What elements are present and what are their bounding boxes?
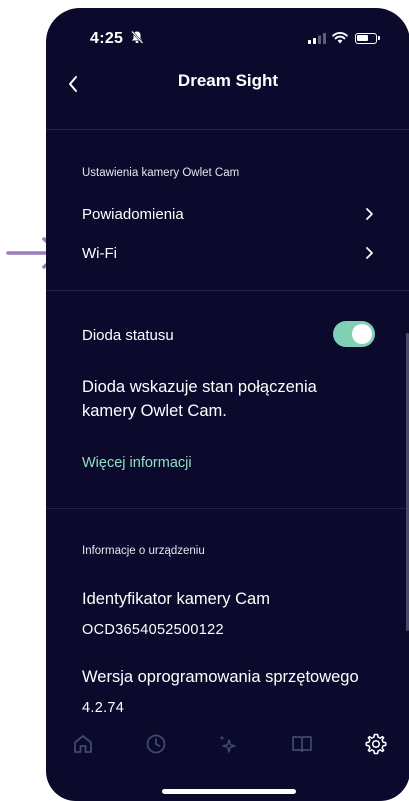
toggle-knob: [352, 324, 372, 344]
section-label-device-info: Informacje o urządzeniu: [82, 545, 205, 557]
clock-icon: [146, 734, 166, 754]
phone-screen: 4:25 Dream Sight Ustawienia kamery Owlet…: [46, 8, 409, 801]
book-icon: [292, 736, 312, 753]
status-led-description: Dioda wskazuje stan połączenia kamery Ow…: [82, 378, 317, 420]
gear-icon: [365, 733, 387, 755]
cellular-signal-icon: [308, 33, 326, 44]
sparkle-icon: [219, 735, 236, 753]
tab-home[interactable]: [63, 724, 103, 764]
camera-id-label: Identyfikator kamery Cam: [82, 590, 270, 608]
status-bar: 4:25: [46, 8, 409, 64]
divider: [46, 129, 409, 130]
wifi-label: Wi-Fi: [82, 245, 117, 262]
battery-icon: [355, 33, 380, 44]
firmware-label: Wersja oprogramowania sprzętowego: [82, 668, 359, 686]
tab-bar: [46, 724, 409, 772]
wifi-icon: [332, 32, 348, 44]
status-led-toggle[interactable]: [333, 321, 375, 347]
notifications-label: Powiadomienia: [82, 206, 184, 223]
navigation-bar: Dream Sight: [46, 64, 409, 104]
divider: [46, 290, 409, 291]
chevron-right-icon: [366, 247, 373, 259]
page-title: Dream Sight: [177, 71, 279, 90]
status-time: 4:25: [90, 30, 124, 47]
tab-library[interactable]: [282, 724, 322, 764]
camera-id-value: OCD3654052500122: [82, 622, 224, 638]
home-icon: [74, 735, 92, 753]
tab-settings[interactable]: [356, 724, 396, 764]
section-label-camera-settings: Ustawienia kamery Owlet Cam: [82, 167, 240, 179]
chevron-right-icon: [366, 208, 373, 220]
firmware-value: 4.2.74: [82, 700, 125, 716]
tab-insights[interactable]: [208, 724, 248, 764]
status-led-label: Dioda statusu: [82, 327, 174, 344]
more-info-link[interactable]: Więcej informacji: [82, 455, 192, 471]
divider: [46, 508, 409, 509]
tab-history[interactable]: [136, 724, 176, 764]
bell-slash-icon: [131, 30, 144, 44]
home-indicator[interactable]: [162, 789, 296, 794]
